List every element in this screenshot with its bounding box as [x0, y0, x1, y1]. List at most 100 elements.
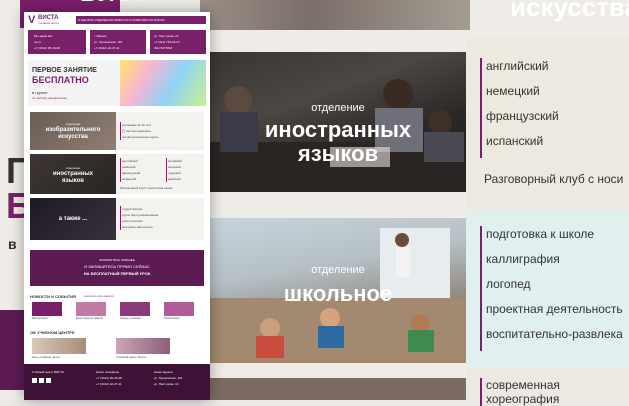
- news-image: [120, 302, 150, 316]
- list-item[interactable]: актерское мастерство: [120, 224, 204, 230]
- contact-line: ул. Пушкинская, 115: [94, 40, 123, 44]
- news-caption: День открытых дверей: [76, 317, 103, 320]
- hero-dancers-image: [120, 60, 206, 106]
- list-item[interactable]: воспитательно-развлека: [480, 326, 623, 351]
- promo-line1: ЗАПИШИТЕСЬ ЗАРАНЕЕ: [99, 258, 135, 262]
- list-item[interactable]: подготовка к школе: [480, 226, 623, 251]
- news-card[interactable]: Концерт учеников: [120, 302, 150, 320]
- list-item[interactable]: логопед: [480, 276, 623, 301]
- list-item[interactable]: проектная деятельность: [480, 301, 623, 326]
- mini-section-art[interactable]: отделение изобразительного искусства рис…: [30, 112, 204, 150]
- hero-line3: в группе: [32, 90, 48, 95]
- contact-box: г. Ижевск ул. Пушкинская, 115 +7 (3412) …: [90, 30, 146, 54]
- footer-col3: Наши адреса: [154, 370, 173, 374]
- mini-nav[interactable]: О ЦЕНТРЕ ОТДЕЛЕНИЯ НОВОСТИ И СОБЫТИЯ КОН…: [76, 16, 206, 24]
- mini-contacts: Мы ждём вас пн-пт +7 (3412) 95-18-38 г. …: [28, 30, 206, 58]
- bottom-photo[interactable]: [210, 378, 466, 400]
- page-thumbnail[interactable]: V ВИСТА учебный центр О ЦЕНТРЕ ОТДЕЛЕНИЯ…: [24, 12, 210, 400]
- contact-line: пн-пт: [34, 40, 42, 44]
- list-item[interactable]: арабский: [166, 176, 182, 182]
- footer-address: ул. Пушкинская, 115: [154, 376, 183, 380]
- contact-line: ул. Пастухова, 13: [154, 34, 179, 38]
- contact-line: Мы ждём вас: [34, 34, 53, 38]
- hero-line4: по любому направлению: [32, 96, 67, 100]
- list-item[interactable]: испанский: [120, 176, 204, 182]
- contact-line: +7 (3412) 22-27-11: [94, 46, 120, 50]
- left-footer-bar: [0, 310, 24, 390]
- news-image: [164, 302, 194, 316]
- hero-line1: ПЕРВОЕ ЗАНЯТИЕ: [32, 67, 97, 74]
- about-title: ОБ УЧЕБНОМ ЦЕНТРЕ: [30, 330, 75, 335]
- contact-line: +7 (3412) 95-18-38: [34, 46, 60, 50]
- about-image[interactable]: [116, 338, 170, 354]
- lang-caption-line2: языков: [62, 178, 84, 184]
- list-item[interactable]: французский: [480, 108, 559, 133]
- art-list: рисование (4-16 лет) 口 пастели живопись …: [120, 122, 204, 140]
- logo-subtitle: учебный центр: [38, 21, 59, 25]
- lang-list-a: английский немецкий французский испански…: [120, 158, 204, 182]
- footer-col1: Учебный центр ВИСТА: [32, 370, 64, 374]
- left-logo-text: ВИСТ: [80, 0, 146, 8]
- list-item[interactable]: каллиграфия: [480, 251, 623, 276]
- lang-club-text: Разговорный клуб с носителем языка: [120, 186, 173, 190]
- school-list: подготовка к школе каллиграфия логопед п…: [480, 226, 623, 351]
- mini-promo-banner[interactable]: ЗАПИШИТЕСЬ ЗАРАНЕЕ И ЗАПИШИТЕСЬ ПРЯМО СЕ…: [30, 250, 204, 286]
- more-thumb-photo: а также ...: [30, 198, 116, 240]
- lang-caption-small: отделение: [65, 166, 81, 170]
- news-card[interactable]: Новый набор: [164, 302, 194, 320]
- mini-section-languages[interactable]: отделение иностранных языков английский …: [30, 154, 204, 194]
- promo-line2: И ЗАПИШИТЕСЬ ПРЯМО СЕЙЧАС: [84, 264, 150, 269]
- news-card[interactable]: Мастер-класс: [32, 302, 62, 320]
- mini-logo[interactable]: V ВИСТА учебный центр: [28, 14, 68, 26]
- news-caption: Мастер-класс: [32, 317, 48, 320]
- list-item[interactable]: немецкий: [480, 83, 559, 108]
- school-caption-big: школьное: [283, 281, 393, 306]
- hero-line2: БЕСПЛАТНО: [32, 75, 89, 85]
- contact-box: ул. Пастухова, 13 +7 (912) 753-24-27 ИНС…: [150, 30, 206, 54]
- list-item[interactable]: английский: [480, 58, 559, 83]
- list-item[interactable]: современная хореография: [480, 378, 629, 406]
- news-image: [76, 302, 106, 316]
- logo-v-icon: V: [28, 14, 36, 26]
- mini-footer: Учебный центр ВИСТА Наши телефоны Наши а…: [24, 364, 210, 400]
- more-list: студия бисера курсы фотографирования роб…: [120, 206, 204, 230]
- more-caption: а также ...: [58, 216, 88, 222]
- news-image: [32, 302, 62, 316]
- top-photo-strip: искусства: [200, 0, 629, 30]
- social-icons[interactable]: [32, 378, 52, 384]
- about-caption[interactable]: Наш учебный центр: [32, 355, 60, 359]
- list-item[interactable]: испанский: [480, 133, 559, 158]
- footer-phone[interactable]: +7 (3412) 95-18-38: [96, 376, 122, 380]
- school-caption-small: отделение: [311, 264, 365, 276]
- about-caption[interactable]: Учебный центр Виста: [116, 355, 146, 359]
- conversation-club-text: Разговорный клуб с носи: [484, 172, 624, 186]
- footer-address: ул. Пастухова, 13: [154, 382, 179, 386]
- contact-line: ИНСТАГРАМ: [154, 46, 173, 50]
- mini-section-more[interactable]: а также ... студия бисера курсы фотограф…: [30, 198, 204, 240]
- mini-hero[interactable]: ПЕРВОЕ ЗАНЯТИЕ БЕСПЛАТНО в группе по люб…: [28, 60, 206, 106]
- news-title: НОВОСТИ И СОБЫТИЯ: [30, 294, 76, 299]
- languages-photo[interactable]: отделение иностранных языков: [210, 52, 466, 192]
- art-caption-line1: изобразительного: [45, 127, 101, 133]
- school-photo[interactable]: отделение школьное: [210, 218, 466, 363]
- languages-thumb-photo: отделение иностранных языков: [30, 154, 116, 194]
- art-photo: отделение изобразительного искусства: [30, 112, 116, 150]
- news-all-link[interactable]: смотреть все новости: [84, 294, 114, 298]
- footer-phone[interactable]: +7 (3412) 22-27-11: [96, 382, 122, 386]
- languages-list: английский немецкий французский испански…: [480, 58, 559, 158]
- news-caption: Концерт учеников: [120, 317, 141, 320]
- languages-caption-line1: иностранных: [264, 117, 412, 142]
- art-caption-small: отделение: [65, 122, 81, 126]
- top-photo-text: искусства: [510, 0, 629, 22]
- lang-caption-line1: иностранных: [53, 171, 93, 177]
- languages-caption-line2: языков: [297, 141, 379, 166]
- contact-line: +7 (912) 753-24-27: [154, 40, 180, 44]
- lang-list-b: китайский японский турецкий арабский: [166, 158, 182, 182]
- news-caption: Новый набор: [164, 317, 180, 320]
- list-item[interactable]: профессиональные курсы: [120, 134, 204, 140]
- news-card[interactable]: День открытых дверей: [76, 302, 106, 320]
- about-image[interactable]: [32, 338, 86, 354]
- footer-col2: Наши телефоны: [96, 370, 120, 374]
- art-caption-line2: искусства: [58, 134, 88, 140]
- contact-box: Мы ждём вас пн-пт +7 (3412) 95-18-38: [28, 30, 86, 54]
